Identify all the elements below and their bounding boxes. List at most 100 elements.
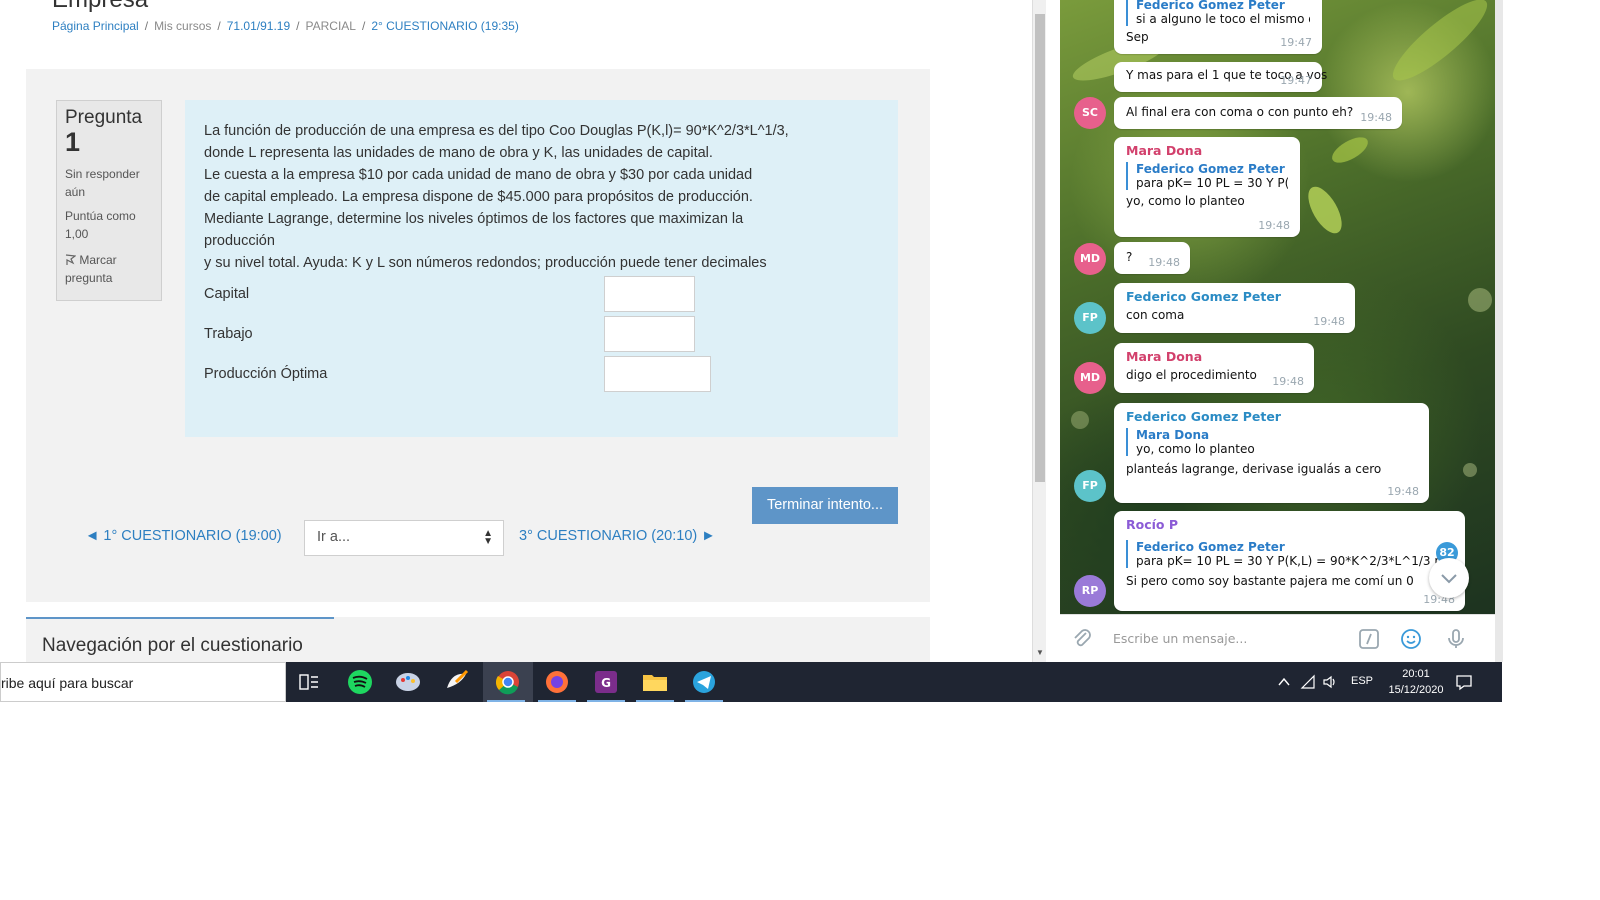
avatar[interactable]: MD bbox=[1074, 362, 1106, 394]
capital-input[interactable] bbox=[604, 276, 695, 312]
reply-quote[interactable]: Federico Gomez Peter si a alguno le toco… bbox=[1126, 0, 1310, 26]
running-indicator bbox=[587, 700, 625, 702]
bot-command-icon[interactable] bbox=[1357, 627, 1381, 651]
notifications-icon[interactable] bbox=[1455, 673, 1473, 691]
question-info: Pregunta 1 Sin responder aún Puntúa como… bbox=[56, 100, 162, 301]
jump-to-select[interactable]: Ir a... ▲ ▼ bbox=[304, 520, 504, 556]
reply-quote[interactable]: Mara Dona yo, como lo planteo bbox=[1126, 428, 1417, 456]
chat-message[interactable]: ? 19:48 bbox=[1114, 242, 1190, 274]
nav-block-accent bbox=[26, 617, 334, 619]
chevron-down-icon bbox=[1441, 574, 1457, 584]
telegram-window: Federico Gomez Peter si a alguno le toco… bbox=[1060, 0, 1495, 662]
reply-quote[interactable]: Federico Gomez Peter para pK= 10 PL = 30… bbox=[1126, 162, 1288, 190]
message-sender[interactable]: Rocío P bbox=[1126, 517, 1453, 532]
language-indicator[interactable]: ESP bbox=[1351, 675, 1373, 715]
message-composer: Escribe un mensaje... bbox=[1060, 614, 1495, 662]
file-explorer-icon bbox=[643, 675, 667, 691]
message-sender[interactable]: Mara Dona bbox=[1126, 143, 1288, 158]
chat-message[interactable]: Federico Gomez Peter si a alguno le toco… bbox=[1114, 0, 1322, 54]
page-scrollbar[interactable]: ▼ bbox=[1032, 0, 1046, 662]
chat-message[interactable]: Federico Gomez Peter con coma 19:48 bbox=[1114, 283, 1355, 333]
question-line: Mediante Lagrange, determine los niveles… bbox=[204, 211, 744, 227]
telegram-button[interactable] bbox=[681, 662, 727, 702]
chat-message[interactable]: Rocío P Federico Gomez Peter para pK= 10… bbox=[1114, 511, 1465, 611]
avatar[interactable]: SC bbox=[1074, 97, 1106, 129]
scroll-down-arrow-icon[interactable]: ▼ bbox=[1036, 648, 1044, 657]
question-label: Pregunta bbox=[65, 107, 143, 128]
microphone-icon[interactable] bbox=[1444, 627, 1468, 651]
breadcrumb-section[interactable]: PARCIAL bbox=[306, 19, 356, 33]
question-line: donde L representa las unidades de mano … bbox=[204, 145, 713, 161]
clock[interactable]: 20:01 15/12/2020 bbox=[1380, 666, 1452, 698]
trabajo-label: Trabajo bbox=[204, 326, 253, 342]
question-content: La función de producción de una empresa … bbox=[185, 100, 898, 437]
page-heading: Empresa bbox=[52, 0, 148, 14]
window-border bbox=[1495, 0, 1503, 662]
message-sender[interactable]: Mara Dona bbox=[1126, 349, 1302, 364]
taskbar-search[interactable]: ribe aquí para buscar bbox=[0, 662, 286, 702]
chat-message[interactable]: Y mas para el 1 que te toco a vos 19:47 bbox=[1114, 62, 1327, 92]
reply-sender: Mara Dona bbox=[1136, 428, 1210, 442]
flag-question-link[interactable]: Marcar pregunta bbox=[65, 251, 153, 287]
message-sender[interactable]: Federico Gomez Peter bbox=[1126, 409, 1417, 424]
question-line: Le cuesta a la empresa $10 por cada unid… bbox=[204, 167, 753, 183]
emoji-icon[interactable] bbox=[1399, 627, 1423, 651]
capital-label: Capital bbox=[204, 286, 250, 302]
paint3d-button[interactable] bbox=[434, 662, 480, 702]
scrollbar-thumb[interactable] bbox=[1035, 14, 1045, 482]
flag-icon bbox=[65, 254, 77, 265]
breadcrumb-my-courses[interactable]: Mis cursos bbox=[154, 19, 211, 33]
breadcrumb-course[interactable]: 71.01/91.19 bbox=[227, 19, 290, 33]
chat-message[interactable]: Mara Dona digo el procedimiento 19:48 bbox=[1114, 343, 1314, 393]
paint-button[interactable] bbox=[385, 662, 431, 702]
volume-icon[interactable] bbox=[1322, 674, 1338, 690]
message-time: 19:48 bbox=[1387, 485, 1419, 498]
chrome-icon bbox=[495, 671, 519, 695]
avatar[interactable]: MD bbox=[1074, 243, 1106, 275]
message-text: planteás lagrange, derivase igualás a ce… bbox=[1126, 462, 1382, 476]
jump-to-value: Ir a... bbox=[317, 529, 351, 545]
pdf-app-button[interactable]: G bbox=[583, 662, 629, 702]
produccion-input[interactable] bbox=[604, 356, 711, 392]
message-sender[interactable]: Federico Gomez Peter bbox=[1126, 289, 1343, 304]
breadcrumb-home[interactable]: Página Principal bbox=[52, 19, 139, 33]
chrome-button[interactable] bbox=[483, 662, 533, 702]
quiz-navigation-block: Navegación por el cuestionario bbox=[26, 617, 930, 662]
message-text: con coma bbox=[1126, 308, 1185, 322]
scroll-to-bottom-button[interactable] bbox=[1429, 558, 1469, 598]
chat-message[interactable]: Al final era con coma o con punto eh? 19… bbox=[1114, 97, 1402, 129]
reply-quote[interactable]: Federico Gomez Peter para pK= 10 PL = 30… bbox=[1126, 540, 1453, 568]
task-view-button[interactable] bbox=[286, 662, 332, 702]
message-text: yo, como lo planteo bbox=[1126, 194, 1245, 208]
avatar[interactable]: RP bbox=[1074, 575, 1106, 607]
previous-quiz-link[interactable]: ◄ 1° CUESTIONARIO (19:00) bbox=[85, 528, 282, 544]
chat-message[interactable]: Mara Dona Federico Gomez Peter para pK= … bbox=[1114, 137, 1300, 237]
next-quiz-link[interactable]: 3° CUESTIONARIO (20:10) ► bbox=[519, 528, 716, 544]
spotify-button[interactable] bbox=[337, 662, 383, 702]
message-time: 19:47 bbox=[1280, 36, 1312, 49]
svg-text:G: G bbox=[601, 676, 611, 690]
quiz-navigation-title: Navegación por el cuestionario bbox=[42, 635, 303, 656]
select-caret-icon: ▲ ▼ bbox=[483, 528, 493, 547]
message-time: 19:48 bbox=[1258, 219, 1290, 232]
message-input[interactable]: Escribe un mensaje... bbox=[1113, 631, 1247, 646]
reply-text: para pK= 10 PL = 30 Y P(... bbox=[1136, 176, 1288, 190]
file-explorer-button[interactable] bbox=[632, 662, 678, 702]
screen: Empresa Página Principal/Mis cursos/71.0… bbox=[0, 0, 1600, 900]
show-hidden-icons-icon[interactable] bbox=[1276, 674, 1292, 690]
breadcrumb-quiz[interactable]: 2° CUESTIONARIO (19:35) bbox=[371, 19, 519, 33]
paperclip-icon[interactable] bbox=[1070, 627, 1094, 651]
question-line: producción bbox=[204, 233, 275, 249]
avatar[interactable]: FP bbox=[1074, 302, 1106, 334]
running-indicator bbox=[685, 700, 723, 702]
chat-message[interactable]: Federico Gomez Peter Mara Dona yo, como … bbox=[1114, 403, 1429, 503]
finish-attempt-button[interactable]: Terminar intento... bbox=[752, 487, 898, 524]
trabajo-input[interactable] bbox=[604, 316, 695, 352]
reply-sender: Federico Gomez Peter bbox=[1136, 162, 1285, 176]
reply-text: para pK= 10 PL = 30 Y P(K,L) = 90*K^2/3*… bbox=[1136, 554, 1453, 568]
chat-background: Federico Gomez Peter si a alguno le toco… bbox=[1060, 0, 1495, 614]
task-view-icon bbox=[299, 674, 318, 690]
firefox-button[interactable] bbox=[534, 662, 580, 702]
avatar[interactable]: FP bbox=[1074, 470, 1106, 502]
network-icon[interactable] bbox=[1300, 674, 1316, 690]
